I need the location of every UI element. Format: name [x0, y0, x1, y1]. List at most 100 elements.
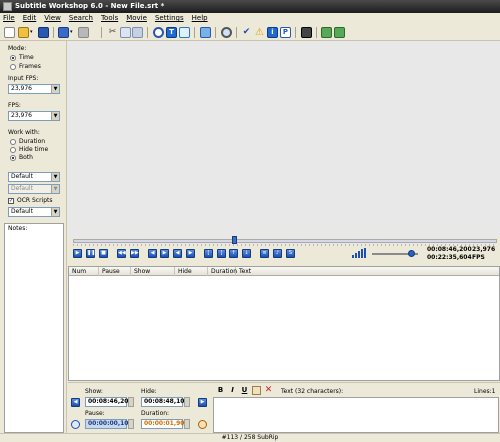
menu-tools[interactable]: Tools: [101, 13, 118, 24]
volume-thumb[interactable]: [408, 250, 416, 257]
show-label: Show:: [85, 388, 103, 395]
col-duration[interactable]: Duration: [208, 267, 237, 276]
menu-movie[interactable]: Movie: [126, 13, 147, 24]
work-hide-time-radio[interactable]: Hide time: [10, 146, 48, 153]
mode-frames-radio[interactable]: Frames: [10, 63, 41, 70]
stats-icon[interactable]: [200, 27, 211, 38]
ocr-scripts-checkbox[interactable]: ✓ OCR Scripts: [8, 197, 53, 204]
open-file-icon[interactable]: [18, 27, 29, 38]
mode-time-radio[interactable]: Time: [10, 54, 34, 61]
chevron-down-icon[interactable]: ▼: [51, 112, 59, 120]
work-duration-radio[interactable]: Duration: [10, 138, 45, 145]
stop-button[interactable]: ■: [99, 249, 108, 258]
find-icon[interactable]: [221, 27, 232, 38]
pause-label: Pause:: [85, 410, 105, 417]
seek-thumb[interactable]: [232, 236, 238, 244]
col-text[interactable]: Text: [236, 267, 499, 276]
subtitle-grid[interactable]: Num Pause Show Hide Duration Text: [68, 266, 500, 381]
menu-search[interactable]: Search: [69, 13, 93, 24]
fps-display: 23,976 FPS: [472, 246, 495, 262]
save-icon[interactable]: [38, 27, 49, 38]
duration-time-spinner[interactable]: [184, 419, 190, 429]
undo-dropdown-icon[interactable]: ▾: [70, 27, 75, 38]
paste-icon[interactable]: [132, 27, 143, 38]
col-hide[interactable]: Hide: [175, 267, 208, 276]
video-preview[interactable]: [68, 41, 500, 237]
window-title: Subtitle Workshop 6.0 - New File.srt *: [15, 2, 165, 10]
menu-edit[interactable]: Edit: [23, 13, 37, 24]
bold-button[interactable]: B: [216, 386, 225, 395]
menu-settings[interactable]: Settings: [155, 13, 184, 24]
menu-help[interactable]: Help: [192, 13, 208, 24]
save-video-icon[interactable]: [321, 27, 332, 38]
subtitle-text-field[interactable]: [213, 397, 499, 433]
prev-subtitle-button[interactable]: ◀: [148, 249, 157, 258]
italic-button[interactable]: I: [228, 386, 237, 395]
fps-value: 23,976: [11, 112, 32, 119]
clock-icon[interactable]: [71, 420, 80, 429]
hide-time-spinner[interactable]: [184, 397, 190, 407]
work-both-radio[interactable]: Both: [10, 154, 33, 161]
undo-icon[interactable]: [58, 27, 69, 38]
set-hide-button[interactable]: ↓: [242, 249, 251, 258]
play-button[interactable]: ▶: [73, 249, 82, 258]
chevron-down-icon[interactable]: ▼: [51, 173, 59, 181]
input-fps-combo[interactable]: 23,976 ▼: [8, 84, 60, 94]
underline-button[interactable]: U: [240, 386, 249, 395]
mark-start-button[interactable]: [: [204, 249, 213, 258]
rewind-button[interactable]: ◀◀: [117, 249, 126, 258]
timer-icon[interactable]: [198, 420, 207, 429]
open-dropdown-icon[interactable]: ▾: [30, 27, 35, 38]
show-time-field[interactable]: 00:08:46,200: [85, 397, 133, 407]
style-combo-2: Default ▼: [8, 184, 60, 194]
sync-button[interactable]: S: [286, 249, 295, 258]
ocr-script-combo[interactable]: Default ▼: [8, 207, 60, 217]
back-5s-button[interactable]: ◀: [173, 249, 182, 258]
speak-button[interactable]: ♪: [273, 249, 282, 258]
time-sync-icon[interactable]: [153, 27, 164, 38]
copy-icon[interactable]: [120, 27, 131, 38]
menu-view[interactable]: View: [44, 13, 61, 24]
mark-end-button[interactable]: ]: [217, 249, 226, 258]
redo-icon[interactable]: [78, 27, 89, 38]
translate-icon[interactable]: T: [166, 27, 177, 38]
clear-format-icon[interactable]: ✕: [264, 386, 273, 395]
color-button[interactable]: [252, 386, 261, 395]
next-entry-button[interactable]: ▶: [198, 398, 207, 407]
next-subtitle-button[interactable]: ▶: [160, 249, 169, 258]
cut-icon[interactable]: ✂: [107, 27, 118, 38]
info-icon[interactable]: i: [267, 27, 278, 38]
spell-check-icon[interactable]: [179, 27, 190, 38]
styles-icon[interactable]: P: [280, 27, 291, 38]
trash-icon[interactable]: [334, 27, 345, 38]
notes-panel[interactable]: Notes:: [4, 223, 64, 433]
fps-display-unit: FPS: [472, 254, 485, 261]
prev-entry-button[interactable]: ◀: [71, 398, 80, 407]
warning-icon[interactable]: ⚠: [254, 27, 265, 38]
filmstrip-icon[interactable]: [301, 27, 312, 38]
chevron-down-icon[interactable]: ▼: [51, 208, 59, 216]
col-pause[interactable]: Pause: [99, 267, 131, 276]
fps-combo[interactable]: 23,976 ▼: [8, 111, 60, 121]
menu-file[interactable]: File: [3, 13, 15, 24]
mark-icon[interactable]: ✔: [241, 27, 252, 38]
set-show-button[interactable]: ↑: [229, 249, 238, 258]
duration-time-field[interactable]: 00:00:01,900: [141, 419, 189, 429]
pause-time-field[interactable]: 00:00:00,100: [85, 419, 133, 429]
fwd-5s-button[interactable]: ▶: [186, 249, 195, 258]
title-bar: Subtitle Workshop 6.0 - New File.srt *: [0, 0, 500, 13]
toolbar: ▾ ▾ ✂ T ✔ ⚠ i P: [0, 24, 500, 41]
hide-time-field[interactable]: 00:08:48,100: [141, 397, 189, 407]
show-time-spinner[interactable]: [128, 397, 134, 407]
col-show[interactable]: Show: [131, 267, 175, 276]
chevron-down-icon[interactable]: ▼: [51, 85, 59, 93]
forward-button[interactable]: ▶▶: [130, 249, 139, 258]
style-combo-1[interactable]: Default ▼: [8, 172, 60, 182]
tag-button[interactable]: ≡: [260, 249, 269, 258]
pause-time-spinner[interactable]: [128, 419, 134, 429]
seek-bar[interactable]: [73, 239, 497, 243]
new-file-icon[interactable]: [4, 27, 15, 38]
style-combo-2-value: Default: [11, 185, 33, 192]
pause-button[interactable]: ❚❚: [86, 249, 95, 258]
col-num[interactable]: Num: [69, 267, 99, 276]
